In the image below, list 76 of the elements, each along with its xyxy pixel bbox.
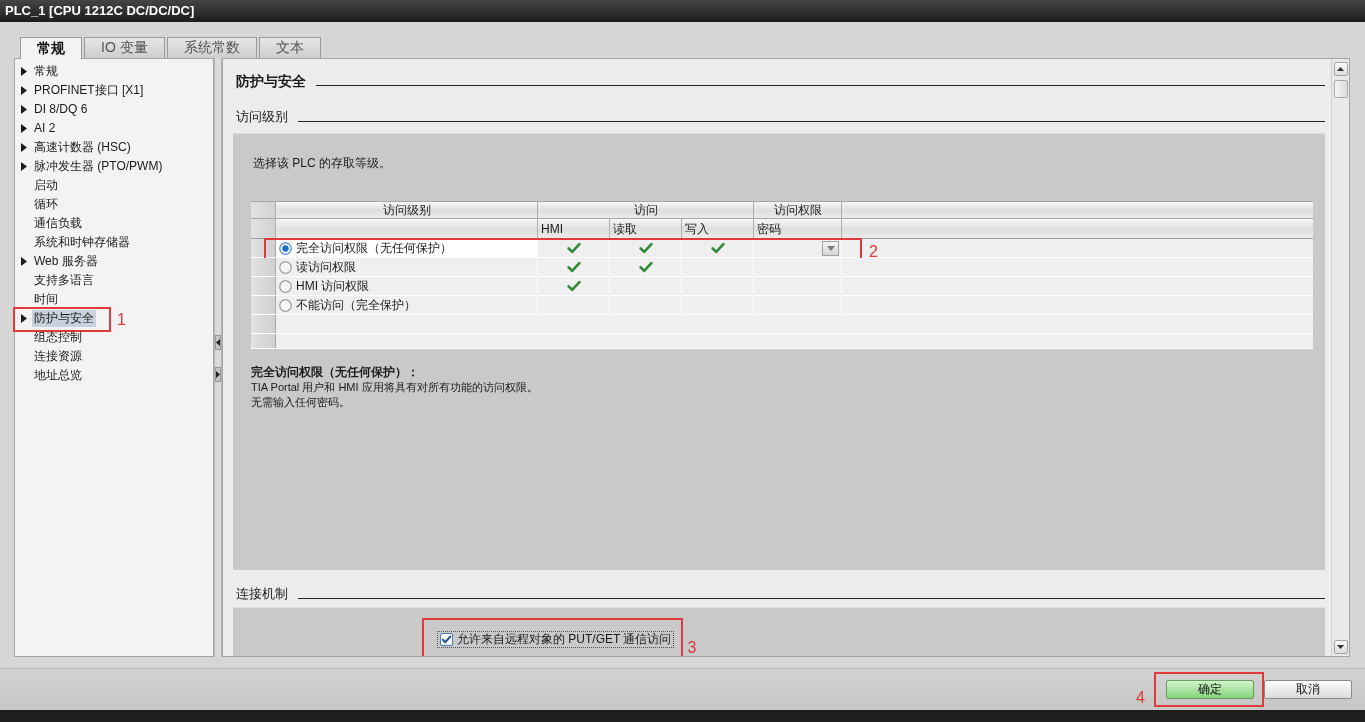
access-level-option[interactable]: 不能访问（完全保护） [276,296,538,314]
checkbox[interactable] [440,633,453,646]
window-title: PLC_1 [CPU 1212C DC/DC/DC] [0,0,1365,22]
checkbox-option[interactable]: 允许来自远程对象的 PUT/GET 通信访问 [437,631,675,648]
sidebar-item[interactable]: 组态控制 [32,329,84,346]
column-header: 读取 [610,219,682,238]
row-header [251,334,276,348]
callout-number: 1 [117,311,126,329]
triangle-icon[interactable] [21,314,27,323]
description-text: 无需输入任何密码。 [251,395,351,410]
column-header: 写入 [682,219,754,238]
scrollbar-thumb[interactable] [1333,80,1348,98]
sidebar-item[interactable]: 地址总览 [32,367,84,384]
right-triangle-icon [216,371,220,378]
down-arrow-icon [1337,645,1344,649]
sidebar-item[interactable]: 高速计数器 (HSC) [32,139,133,156]
expand-button[interactable] [215,367,221,382]
triangle-icon[interactable] [21,257,27,266]
sidebar-item[interactable]: 时间 [32,291,60,308]
sidebar-item[interactable]: 循环 [32,196,60,213]
triangle-icon[interactable] [21,105,27,114]
sidebar-item[interactable]: 连接资源 [32,348,84,365]
callout-number: 2 [869,243,878,261]
sidebar-item[interactable]: 通信负载 [32,215,84,232]
callout-number: 4 [1136,689,1145,707]
radio-button[interactable] [279,279,292,293]
tab[interactable]: 系统常数 [166,37,257,58]
section-heading: 连接机制 [236,585,288,603]
triangle-icon[interactable] [21,67,27,76]
left-triangle-icon [216,339,220,346]
collapse-button[interactable] [215,335,221,350]
tab[interactable]: 常规 [20,37,82,59]
triangle-icon[interactable] [21,162,27,171]
vertical-scrollbar[interactable] [1331,59,1349,656]
row-header [251,315,276,333]
callout-number: 3 [687,639,697,656]
column-header: 访问 [538,202,754,218]
access-level-option[interactable]: 读访问权限 [276,258,538,276]
sidebar-item[interactable]: 支持多语言 [32,272,96,289]
sidebar-item[interactable]: 防护与安全 [32,310,96,327]
tab[interactable]: IO 变量 [84,37,165,58]
sidebar-item[interactable]: Web 服务器 [32,253,100,270]
sidebar-item[interactable]: PROFINET接口 [X1] [32,82,146,99]
radio-button[interactable] [279,298,292,312]
column-header: 访问级别 [276,202,538,218]
sidebar-item[interactable]: 常规 [32,63,60,80]
radio-button[interactable] [279,241,292,255]
dropdown-button[interactable] [822,240,839,256]
scroll-down-button[interactable] [1333,640,1348,654]
radio-button[interactable] [279,260,292,274]
sidebar-item[interactable]: 系统和时钟存储器 [32,234,132,251]
access-level-option[interactable]: HMI 访问权限 [276,277,538,295]
row-header [251,277,276,295]
section-title: 防护与安全 [236,72,306,90]
sidebar-item[interactable]: AI 2 [32,120,58,137]
column-header: HMI [538,219,610,238]
column-header: 密码 [754,219,842,238]
caret-icon [826,245,835,251]
triangle-icon[interactable] [21,124,27,133]
column-header: 访问权限 [754,202,842,218]
triangle-icon[interactable] [21,143,27,152]
up-arrow-icon [1337,67,1344,71]
triangle-icon[interactable] [21,86,27,95]
cancel-button[interactable]: 取消 [1264,680,1352,699]
description-title: 完全访问权限（无任何保护）： [251,365,420,380]
tab[interactable]: 文本 [258,37,321,58]
description-text: TIA Portal 用户和 HMI 应用将具有对所有功能的访问权限。 [251,380,539,395]
section-heading: 访问级别 [236,108,288,126]
sidebar-item[interactable]: 脉冲发生器 (PTO/PWM) [32,158,165,175]
sidebar-item[interactable]: 启动 [32,177,60,194]
row-header [251,296,276,314]
confirm-button[interactable]: 确定 [1166,680,1254,699]
row-header [251,258,276,276]
intro-text: 选择该 PLC 的存取等级。 [252,155,392,171]
sidebar-item[interactable]: DI 8/DQ 6 [32,101,90,118]
scroll-up-button[interactable] [1333,62,1348,76]
